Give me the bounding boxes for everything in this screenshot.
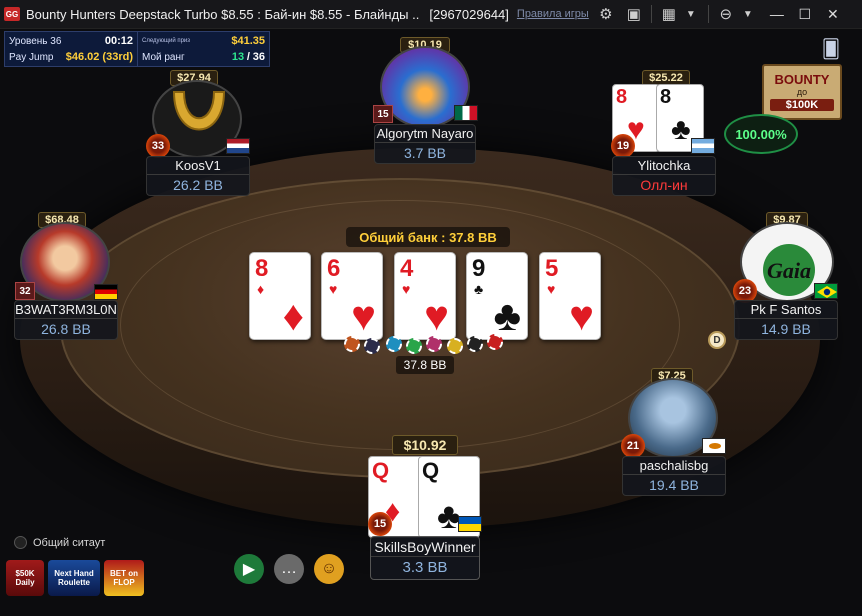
chevron-down-icon[interactable]: ▼ (737, 3, 759, 25)
level-badge: 33 (146, 134, 170, 158)
table-id: [2967029644] (429, 6, 509, 22)
minimize-button[interactable]: — (763, 0, 791, 29)
app-logo: GG (4, 7, 20, 21)
payjump-value: $46.02 (33rd) (65, 51, 133, 63)
pot-amount: 37.8 BB (396, 356, 454, 374)
video-replay-icon[interactable]: ▶ (234, 554, 264, 584)
player-name: Ylitochka (613, 157, 715, 175)
maximize-button[interactable]: ☐ (791, 0, 819, 29)
board-card: 5 ♥ ♥ (539, 252, 601, 340)
roulette-promo-button[interactable]: Next Hand Roulette (48, 560, 100, 596)
chevron-down-icon[interactable]: ▼ (680, 3, 702, 25)
settings-gear-icon[interactable]: ⚙ (595, 3, 617, 25)
level-badge: 15 (368, 512, 392, 536)
board-card: 4 ♥ ♥ (394, 252, 456, 340)
flag-icon (814, 283, 838, 299)
flag-icon (691, 138, 715, 154)
player-name: paschalisbg (623, 457, 725, 475)
player-name: Algorytm Nayaro (375, 126, 475, 143)
common-sitout-toggle[interactable]: Общий ситаут (14, 536, 105, 549)
radio-icon[interactable] (14, 536, 27, 549)
chip-icon (447, 338, 463, 354)
player-name: KoosV1 (147, 157, 249, 175)
player-name: Pk F Santos (735, 301, 837, 319)
bounty-amount: $100K (770, 99, 834, 111)
picture-theme-icon[interactable]: ▣ (623, 3, 645, 25)
window-title: Bounty Hunters Deepstack Turbo $8.55 : Б… (26, 6, 420, 22)
flag-icon (458, 516, 482, 532)
player-stack: 14.9 BB (761, 321, 811, 337)
separator (707, 5, 709, 23)
level-badge: 15 (373, 105, 393, 123)
flag-icon (702, 438, 726, 454)
grid-layout-icon[interactable]: ▦ (658, 3, 680, 25)
chat-icon[interactable]: … (274, 554, 304, 584)
player-name: SkillsBoyWinner (371, 537, 479, 557)
flag-icon (454, 105, 478, 121)
player-stack: 26.8 BB (41, 321, 91, 337)
flag-icon (94, 284, 118, 300)
emoji-icon[interactable]: ☺ (314, 554, 344, 584)
chip-icon (386, 336, 402, 352)
board-card: 9 ♣ ♣ (466, 252, 528, 340)
flag-icon (226, 138, 250, 154)
daily-promo-button[interactable]: $50K Daily (6, 560, 44, 596)
sitout-label: Общий ситаут (33, 536, 106, 549)
bounty-up-to: до (796, 87, 808, 97)
level-timer: 00:12 (104, 35, 133, 47)
total-pot-label: Общий банк : 37.8 BB (346, 227, 510, 247)
level-badge: 21 (621, 434, 645, 458)
bottom-action-icons: ▶ … ☺ (234, 554, 344, 584)
rules-link[interactable]: Правила игры (517, 8, 589, 20)
separator (650, 5, 652, 23)
tournament-stats-panel: Уровень 36 00:12 Pay Jump $46.02 (33rd) … (4, 31, 270, 67)
rank-value: 13 / 36 (231, 51, 265, 63)
chip-icon (406, 338, 422, 354)
bounty-title: BOUNTY (774, 72, 830, 87)
equity-bubble: 100.00% (724, 114, 798, 154)
player-name: B3WAT3RM3L0N (15, 302, 117, 319)
dealer-button: D (708, 331, 726, 349)
rank-label: Мой ранг (142, 51, 185, 63)
chip-icon (487, 334, 503, 350)
player-stack: 3.7 BB (403, 145, 447, 161)
close-button[interactable]: ✕ (819, 0, 847, 29)
chip-icon (364, 338, 380, 354)
chip-icon (467, 336, 483, 352)
card-deck-icon[interactable]: 🂠 (818, 38, 844, 60)
player-stack: Олл-ин (640, 177, 688, 193)
board-card: 6 ♥ ♥ (321, 252, 383, 340)
payjump-label: Pay Jump (9, 51, 54, 63)
next-prize-label: Следующий приз (142, 38, 191, 44)
bounty-tag: $10.92 (392, 435, 458, 455)
promo-icons: $50K Daily Next Hand Roulette BET on FLO… (6, 560, 144, 596)
player-stack: 26.2 BB (173, 177, 223, 193)
next-prize-value: $41.35 (231, 35, 265, 47)
board-card: 8 ♦ ♦ (249, 252, 311, 340)
chip-icon (426, 336, 442, 352)
bounty-promo-banner[interactable]: BOUNTY до $100K (762, 64, 842, 120)
level-label: Уровень 36 (9, 35, 62, 47)
table-switch-icon[interactable]: ⊖ (715, 3, 737, 25)
player-stack: 19.4 BB (649, 477, 699, 493)
svg-text:Gaia: Gaia (767, 258, 811, 283)
level-badge: 19 (611, 134, 635, 158)
player-stack: 3.3 BB (402, 559, 448, 576)
level-badge: 32 (15, 282, 35, 300)
bet-on-flop-button[interactable]: BET on FLOP (104, 560, 144, 596)
title-bar: GG Bounty Hunters Deepstack Turbo $8.55 … (0, 0, 862, 29)
chip-icon (344, 336, 360, 352)
